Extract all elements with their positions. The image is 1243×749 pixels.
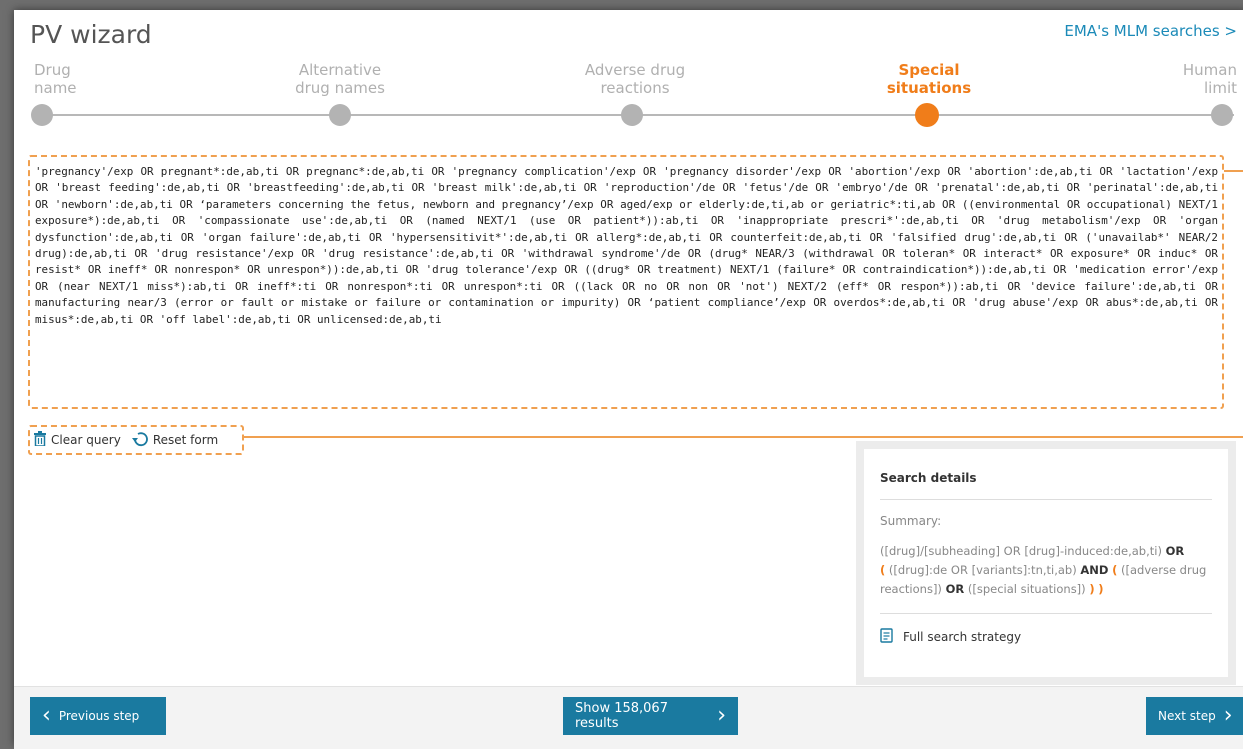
step-alternative-drug-names[interactable]: Alternative drug names: [280, 61, 400, 97]
ema-mlm-searches-link[interactable]: EMA's MLM searches >: [1064, 22, 1237, 40]
trash-icon: [33, 431, 47, 449]
reset-form-button[interactable]: Reset form: [131, 431, 218, 450]
summary-paren: ): [1089, 582, 1095, 596]
summary-operator: OR: [1165, 544, 1185, 558]
step-dot-special-situations[interactable]: [915, 103, 939, 127]
summary-part: ([special situations]): [964, 582, 1090, 596]
clear-query-button[interactable]: Clear query: [33, 431, 121, 449]
show-results-label: Show 158,067 results: [575, 701, 668, 731]
show-results-button[interactable]: Show 158,067 results ›: [563, 697, 738, 735]
step-label-line1: Drug: [34, 61, 71, 79]
chevron-right-icon: ›: [1223, 703, 1233, 728]
reset-form-label: Reset form: [152, 433, 219, 447]
step-dot-alternative-drug-names[interactable]: [329, 104, 351, 126]
step-dot-drug-name[interactable]: [31, 104, 53, 126]
previous-step-label: Previous step: [58, 709, 140, 723]
search-details-title: Search details: [880, 471, 977, 485]
previous-step-button[interactable]: ‹ Previous step: [30, 697, 166, 735]
clear-query-label: Clear query: [51, 433, 121, 447]
step-label-line1: Human: [1182, 61, 1237, 79]
step-dot-human-limit[interactable]: [1211, 104, 1233, 126]
divider: [880, 613, 1212, 614]
step-label-line2: drug names: [295, 79, 385, 97]
summary-text: ([drug]/[subheading] OR [drug]-induced:d…: [880, 542, 1212, 599]
next-step-label: Next step: [1158, 709, 1216, 723]
step-special-situations[interactable]: Special situations: [869, 61, 989, 97]
search-details-card: Search details Summary: ([drug]/[subhead…: [864, 449, 1228, 677]
step-drug-name[interactable]: Drug name: [34, 61, 77, 97]
step-label-line2: limit: [1204, 79, 1237, 97]
step-label-line2: reactions: [600, 79, 670, 97]
reset-icon: [131, 431, 149, 450]
callout-connector: [1224, 170, 1243, 172]
query-textarea[interactable]: 'pregnancy'/exp OR pregnant*:de,ab,ti OR…: [28, 155, 1224, 409]
query-actions: Clear query Reset form: [28, 425, 244, 455]
step-human-limit[interactable]: Human limit: [1183, 61, 1237, 97]
wizard-window: PV wizard EMA's MLM searches > Drug name…: [14, 10, 1243, 749]
summary-label: Summary:: [880, 514, 942, 528]
step-label-line1: Special: [898, 61, 960, 79]
step-label-line2: situations: [886, 79, 972, 97]
step-label-line2: name: [34, 79, 77, 97]
chevron-right-icon: ›: [717, 703, 726, 728]
page-title: PV wizard: [30, 20, 152, 49]
step-label-line1: Alternative: [298, 61, 382, 79]
divider: [880, 499, 1212, 500]
summary-paren: ): [1098, 582, 1104, 596]
full-search-strategy-link[interactable]: Full search strategy: [880, 628, 1212, 646]
summary-part: ([drug]:de OR [variants]:tn,ti,ab): [885, 563, 1081, 577]
document-icon: [880, 628, 893, 646]
next-step-button[interactable]: Next step ›: [1146, 697, 1243, 735]
callout-connector: [244, 436, 1243, 438]
summary-operator: AND: [1080, 563, 1109, 577]
step-dot-adverse-drug-reactions[interactable]: [621, 104, 643, 126]
chevron-left-icon: ‹: [42, 703, 51, 728]
full-search-strategy-label: Full search strategy: [903, 630, 1022, 644]
summary-part: ([drug]/[subheading] OR [drug]-induced:d…: [880, 544, 1166, 558]
step-label-line1: Adverse drug: [584, 61, 686, 79]
step-adverse-drug-reactions[interactable]: Adverse drug reactions: [565, 61, 705, 97]
search-details-panel: Search details Summary: ([drug]/[subhead…: [856, 441, 1236, 685]
summary-operator: OR: [945, 582, 965, 596]
